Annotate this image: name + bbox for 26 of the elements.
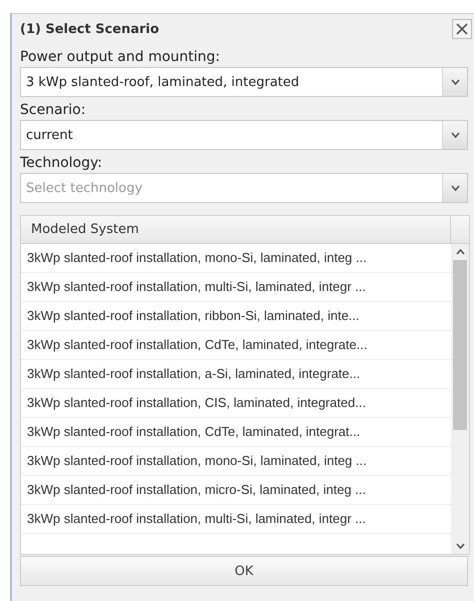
table-row[interactable]: 3kWp slanted-roof installation, ribbon-Si, laminated, inte...	[21, 302, 451, 331]
close-button[interactable]	[452, 19, 472, 39]
dropdown-field[interactable]: 3 kWp slanted-roof, laminated, integrated	[20, 67, 468, 97]
dialog-title: (1) Select Scenario	[20, 22, 160, 36]
caret-icon	[450, 132, 460, 138]
dropdown-field[interactable]: current	[20, 120, 468, 150]
ok-button[interactable]: OK	[20, 556, 468, 586]
table-row[interactable]: 3kWp slanted-roof installation, mono-Si, laminated, integ ...	[21, 447, 451, 476]
scrollbar[interactable]	[451, 244, 469, 554]
caret-icon	[450, 79, 460, 85]
scroll-down-icon	[456, 543, 464, 549]
table-row[interactable]: 3kWp slanted-roof installation, multi-Si, laminated, integr ...	[21, 505, 451, 534]
close-icon	[456, 23, 468, 35]
table-row[interactable]: 3kWp slanted-roof installation, CdTe, laminated, integrat...	[21, 418, 451, 447]
table-row[interactable]: 3kWp slanted-roof installation, CIS, laminated, integrated...	[21, 389, 451, 418]
caret-icon	[450, 185, 460, 191]
field-label: Technology:	[20, 155, 104, 171]
field-label: Power output and mounting:	[20, 49, 221, 65]
table-row[interactable]: 3kWp slanted-roof installation, micro-Si, laminated, integ ...	[21, 476, 451, 505]
scrollbar-thumb[interactable]	[453, 260, 467, 430]
table-row[interactable]: 3kWp slanted-roof installation, CdTe, laminated, integrate...	[21, 331, 451, 360]
scroll-up-icon	[456, 249, 464, 255]
table-row[interactable]: 3kWp slanted-roof installation, multi-Si, laminated, integr ...	[21, 273, 451, 302]
field-label: Scenario:	[20, 102, 87, 118]
table-row[interactable]: 3kWp slanted-roof installation, mono-Si, laminated, integ ...	[21, 244, 451, 273]
table-row[interactable]: 3kWp slanted-roof installation, a-Si, laminated, integrate...	[21, 360, 451, 389]
